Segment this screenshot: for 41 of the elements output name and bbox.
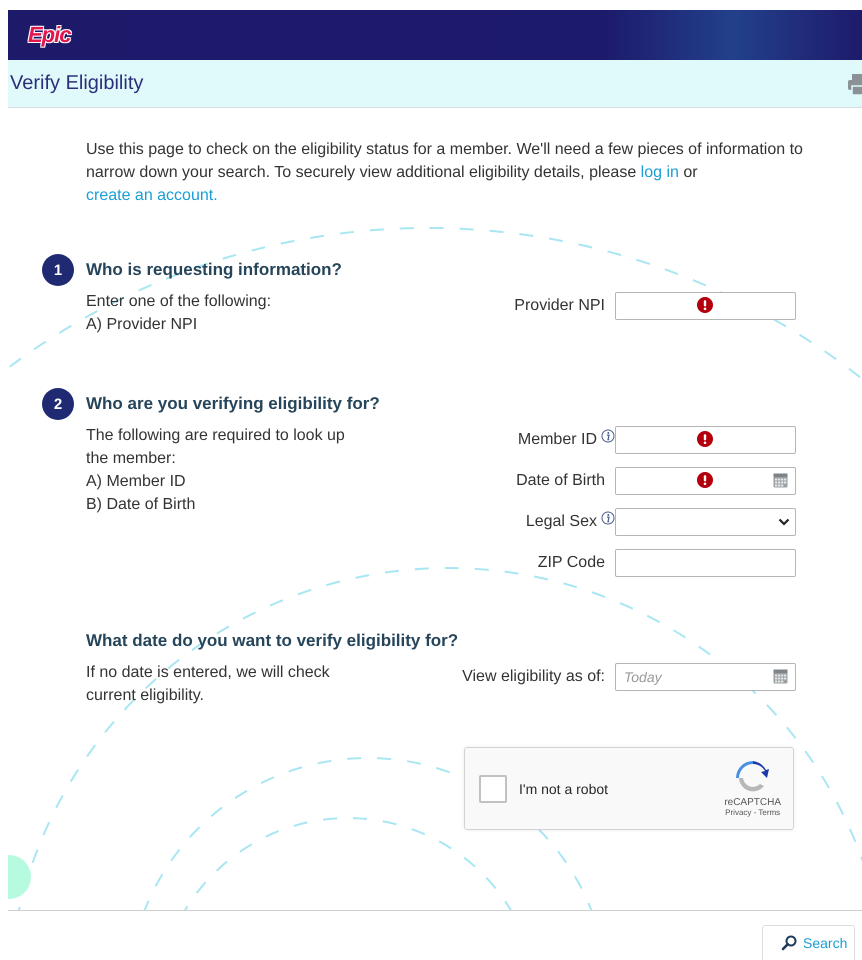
instruction-text: B) Date of Birth [86, 495, 196, 515]
input-field[interactable] [615, 292, 796, 320]
link[interactable]: create an account. [86, 187, 218, 204]
recaptcha-logo-icon [736, 760, 770, 794]
captcha-checkbox[interactable] [479, 774, 507, 802]
step-number: 2 [42, 388, 74, 420]
field-label: Provider NPI [514, 297, 605, 315]
field-label: View eligibility as of: [462, 668, 605, 686]
input-field[interactable] [615, 426, 796, 454]
captcha-brand: reCAPTCHA [724, 796, 781, 808]
step-number: 1 [42, 254, 74, 286]
link[interactable]: log in [640, 164, 679, 181]
page-title: Verify Eligibility [10, 72, 144, 95]
print-icon[interactable] [848, 72, 862, 96]
search-button[interactable]: Search [762, 925, 855, 960]
instruction-text: If no date is entered, we will check current eligibility. [86, 663, 331, 706]
instruction-text: A) Member ID [86, 472, 186, 492]
instruction-text: The following are required to look up the member: [86, 426, 346, 469]
date-field[interactable] [615, 467, 796, 495]
field-label: Legal Sex [526, 513, 597, 531]
logo: Epic [28, 22, 70, 48]
mint-circle-drawing [8, 855, 31, 899]
field-label: ZIP Code [538, 554, 605, 572]
section-heading: Who is requesting information? [86, 260, 342, 280]
date-field[interactable]: Today [615, 663, 796, 691]
chevron-down-icon [778, 518, 790, 526]
field-label: Member ID [518, 431, 597, 449]
input-field[interactable] [615, 549, 796, 577]
privacy-terms-links[interactable]: Privacy - Terms [725, 808, 780, 816]
instruction-text: A) Provider NPI [86, 315, 198, 335]
info-icon[interactable] [601, 511, 615, 525]
search-icon [781, 935, 797, 951]
instruction-text: Enter one of the following: [86, 292, 272, 312]
captcha-label: I'm not a robot [519, 780, 610, 796]
calendar-icon[interactable] [773, 473, 788, 488]
info-icon[interactable] [601, 429, 615, 443]
section-heading: Who are you verifying eligibility for? [86, 394, 380, 414]
section-heading: What date do you want to verify eligibility for? [86, 631, 458, 651]
calendar-icon[interactable] [773, 669, 788, 684]
intro-text: Use this page to check on the eligibility status for a member. We'll need a few pieces of information to narrow down your search. To securely view additional eligibility details, please log in or create an account. [85, 140, 804, 206]
field-label: Date of Birth [516, 472, 605, 490]
